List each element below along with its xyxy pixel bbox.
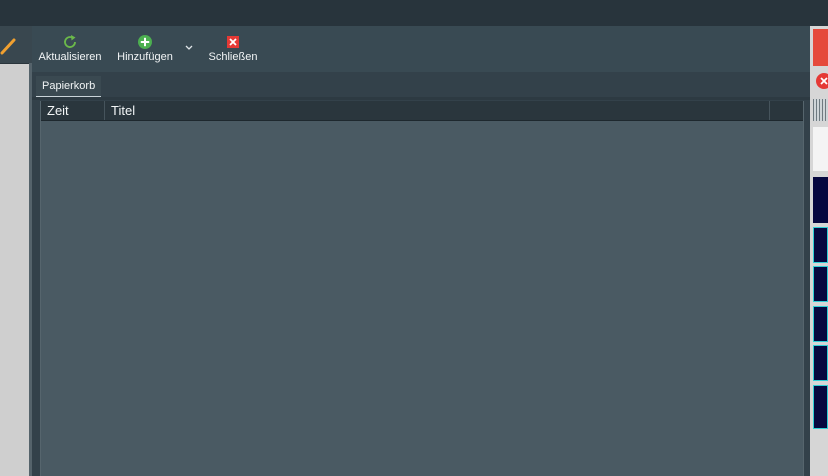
close-circle-icon[interactable] xyxy=(813,72,828,90)
thumbnail-5[interactable] xyxy=(813,345,828,381)
thumbnail-4[interactable] xyxy=(813,306,828,342)
white-block xyxy=(813,127,828,171)
panel-divider xyxy=(32,97,810,100)
close-x-icon xyxy=(227,36,239,48)
thumbnail-1[interactable] xyxy=(813,177,828,223)
trash-table: Zeit Titel xyxy=(40,101,804,476)
add-button-label: Hinzufügen xyxy=(117,51,173,63)
left-toolbar-section xyxy=(0,26,32,64)
tab-bar: Papierkorb xyxy=(32,72,810,98)
red-block[interactable] xyxy=(813,29,828,66)
refresh-button-label: Aktualisieren xyxy=(38,51,102,63)
main-panel: Aktualisieren Hinzufügen Schließen Papie… xyxy=(32,26,810,476)
add-button[interactable]: Hinzufügen xyxy=(116,34,174,68)
thumbnail-2[interactable] xyxy=(813,227,828,263)
column-header-time[interactable]: Zeit xyxy=(41,101,105,120)
thumbnail-3[interactable] xyxy=(813,266,828,302)
refresh-icon xyxy=(64,35,76,48)
resize-grip[interactable] xyxy=(813,99,828,121)
pencil-icon[interactable] xyxy=(0,32,20,56)
column-header-title[interactable]: Titel xyxy=(105,101,770,120)
thumbnail-6[interactable] xyxy=(813,385,828,429)
table-header: Zeit Titel xyxy=(41,101,803,121)
left-side-panel xyxy=(0,26,32,476)
column-header-filler xyxy=(770,101,803,120)
right-side-panel xyxy=(810,26,828,476)
plus-circle-icon xyxy=(138,35,152,49)
refresh-button[interactable]: Aktualisieren xyxy=(38,34,102,68)
window-top-bar xyxy=(0,0,828,27)
tab-trash[interactable]: Papierkorb xyxy=(36,76,102,98)
toolbar: Aktualisieren Hinzufügen Schließen xyxy=(32,26,810,72)
close-button-label: Schließen xyxy=(208,51,258,63)
chevron-down-icon[interactable] xyxy=(182,40,196,54)
close-button[interactable]: Schließen xyxy=(208,34,258,68)
